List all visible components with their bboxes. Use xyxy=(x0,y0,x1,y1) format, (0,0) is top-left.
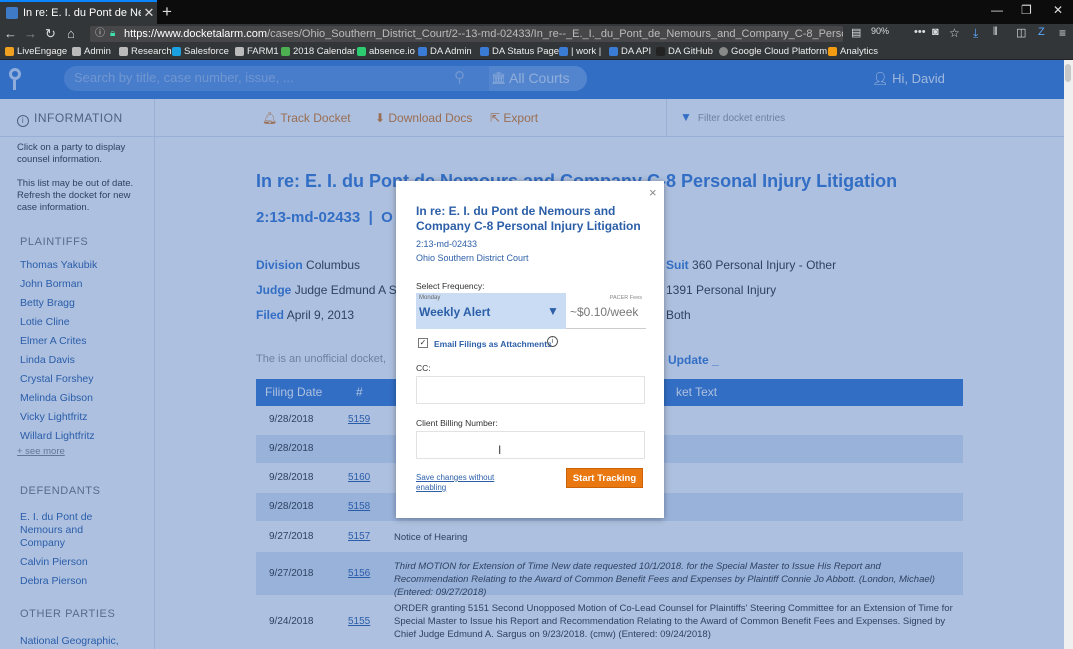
bookmark-icon xyxy=(5,47,14,56)
frequency-select[interactable]: Monday Weekly Alert ▼ xyxy=(416,293,566,329)
library-icon[interactable]: ⫴ xyxy=(993,26,998,39)
bookmark-icon xyxy=(235,47,244,56)
url-path: /cases/Ohio_Southern_District_Court/2--1… xyxy=(267,28,843,40)
bookmark-icon xyxy=(559,47,568,56)
bookmark-item[interactable]: Research xyxy=(119,46,172,57)
pacer-fee-display: PACER Fees ~$0.10/week xyxy=(566,293,646,329)
bookmark-item[interactable]: DA GitHub xyxy=(656,46,713,57)
bookmark-item[interactable]: FARM1 xyxy=(235,46,279,57)
close-icon[interactable]: × xyxy=(649,185,657,200)
browser-nav-bar: ← → ↻ ⌂ ⓘ 🔒︎ https://www.docketalarm.com… xyxy=(0,24,1073,44)
modal-title: In re: E. I. du Pont de Nemours and Comp… xyxy=(416,204,641,233)
bookmark-icon xyxy=(656,47,665,56)
home-icon[interactable]: ⌂ xyxy=(67,26,75,41)
url-bar[interactable]: ⓘ 🔒︎ https://www.docketalarm.com/cases/O… xyxy=(90,26,843,42)
new-tab-button[interactable]: + xyxy=(162,2,172,22)
email-attachments-checkbox[interactable]: ✓ xyxy=(418,338,428,348)
minimize-icon[interactable]: — xyxy=(991,3,1003,17)
info-icon[interactable]: i xyxy=(547,336,558,347)
fee-label: PACER Fees xyxy=(609,295,642,301)
extension-z-icon[interactable]: Z xyxy=(1038,26,1045,38)
page-actions-icon[interactable]: ••• xyxy=(914,26,926,38)
reload-icon[interactable]: ↻ xyxy=(45,26,56,42)
bookmark-item[interactable]: Analytics xyxy=(828,46,878,57)
bookmark-icon xyxy=(828,47,837,56)
bookmarks-bar: LiveEngage Admin Research Salesforce FAR… xyxy=(0,44,1073,60)
url-host: https://www.docketalarm.com xyxy=(124,28,268,40)
lock-icon: 🔒︎ xyxy=(110,28,116,39)
fee-value: ~$0.10/week xyxy=(570,305,639,319)
bookmark-icon xyxy=(609,47,618,56)
frequency-value: Weekly Alert xyxy=(419,305,491,319)
bookmark-item[interactable]: DA Status Page xyxy=(480,46,559,57)
bookmark-icon xyxy=(418,47,427,56)
bookmark-item[interactable]: Admin xyxy=(72,46,111,57)
bookmark-item[interactable]: DA API xyxy=(609,46,651,57)
frequency-label: Select Frequency: xyxy=(416,281,485,291)
sidebar-toggle-icon[interactable]: ◫ xyxy=(1016,26,1026,39)
bookmark-item[interactable]: 2018 Calendar xyxy=(281,46,355,57)
web-page: Search by title, case number, issue, ...… xyxy=(0,60,1073,649)
reader-view-icon[interactable]: ▤ xyxy=(851,26,861,39)
menu-icon[interactable]: ≡ xyxy=(1059,26,1066,40)
bookmark-star-icon[interactable]: ☆ xyxy=(949,26,960,40)
cc-label: CC: xyxy=(416,363,431,373)
site-favicon-icon xyxy=(6,7,18,19)
browser-tab-bar: In re: E. I. du Pont de Nemours ✕ + — ❐ … xyxy=(0,0,1073,24)
browser-tab[interactable]: In re: E. I. du Pont de Nemours ✕ xyxy=(0,0,157,24)
page-info-icon[interactable]: ⓘ xyxy=(95,26,105,42)
modal-court: Ohio Southern District Court xyxy=(416,253,529,263)
text-cursor-icon: I xyxy=(498,443,502,457)
maximize-icon[interactable]: ❐ xyxy=(1021,3,1032,17)
bookmark-item[interactable]: absence.io xyxy=(357,46,415,57)
tab-title: In re: E. I. du Pont de Nemours xyxy=(23,7,141,19)
close-window-icon[interactable]: ✕ xyxy=(1053,3,1063,17)
page-scrollbar[interactable] xyxy=(1064,60,1073,649)
forward-icon[interactable]: → xyxy=(24,26,37,41)
pocket-icon[interactable]: ◙ xyxy=(932,26,939,38)
bookmark-item[interactable]: LiveEngage xyxy=(5,46,67,57)
email-attachments-label[interactable]: Email Filings as Attachments xyxy=(434,339,552,349)
modal-case-number: 2:13-md-02433 xyxy=(416,239,478,249)
billing-label: Client Billing Number: xyxy=(416,418,498,428)
save-without-enabling-link[interactable]: Save changes without enabling xyxy=(416,473,516,493)
cc-input[interactable] xyxy=(416,376,645,404)
back-icon[interactable]: ← xyxy=(4,26,17,41)
bookmark-icon xyxy=(480,47,489,56)
bookmark-item[interactable]: DA Admin xyxy=(418,46,472,57)
frequency-day: Monday xyxy=(419,295,441,301)
track-docket-modal: × In re: E. I. du Pont de Nemours and Co… xyxy=(396,181,664,518)
bookmark-icon xyxy=(72,47,81,56)
scrollbar-thumb[interactable] xyxy=(1065,64,1071,82)
bookmark-icon xyxy=(357,47,366,56)
bookmark-item[interactable]: | work | xyxy=(559,46,601,57)
start-tracking-button[interactable]: Start Tracking xyxy=(566,468,643,488)
dropdown-arrow-icon: ▼ xyxy=(547,304,559,318)
download-icon[interactable]: ⤓ xyxy=(973,26,978,41)
bookmark-icon xyxy=(172,47,181,56)
billing-number-input[interactable] xyxy=(416,431,645,459)
bookmark-item[interactable]: Google Cloud Platform xyxy=(719,46,827,57)
bookmark-item[interactable]: Salesforce xyxy=(172,46,229,57)
bookmark-icon xyxy=(119,47,128,56)
zoom-level[interactable]: 90% xyxy=(871,26,889,36)
bookmark-icon xyxy=(281,47,290,56)
tab-close-icon[interactable]: ✕ xyxy=(141,5,157,21)
bookmark-icon xyxy=(719,47,728,56)
